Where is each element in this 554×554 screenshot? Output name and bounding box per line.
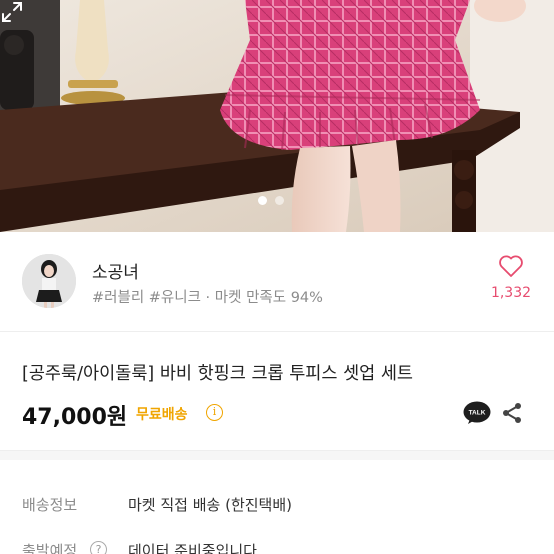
- carousel-dot-active[interactable]: [258, 196, 267, 205]
- avatar[interactable]: [22, 254, 76, 308]
- talk-label: TALK: [469, 410, 486, 417]
- expand-icon[interactable]: [0, 0, 24, 24]
- heart-outline-icon: [499, 255, 523, 277]
- like-button[interactable]: 1,332: [486, 254, 536, 301]
- carousel-indicator: [258, 196, 284, 205]
- section-divider: [0, 450, 554, 460]
- talk-chat-icon[interactable]: TALK: [463, 401, 491, 425]
- delivery-info-value: 마켓 직접 배송 (한진택배): [128, 496, 293, 514]
- share-icon[interactable]: [500, 401, 524, 425]
- help-icon[interactable]: ?: [90, 541, 107, 554]
- product-title: [공주룩/아이돌룩] 바비 핫핑크 크롭 투피스 셋업 세트: [22, 364, 414, 384]
- info-icon[interactable]: i: [206, 404, 223, 421]
- delivery-info-label: 배송정보: [22, 496, 78, 514]
- free-shipping-badge: 무료배송: [136, 407, 188, 423]
- product-price: 47,000원: [22, 405, 128, 430]
- seller-section[interactable]: 소공녀 #러블리 #유니크 · 마켓 만족도 94% 1,332: [0, 232, 554, 332]
- seller-name[interactable]: 소공녀: [92, 258, 139, 283]
- product-image-carousel[interactable]: [0, 0, 554, 232]
- carousel-dot[interactable]: [275, 196, 284, 205]
- departure-date-value: 데이터 준비중입니다: [128, 542, 257, 554]
- departure-date-label: 출발예정: [22, 542, 78, 554]
- product-info: [공주룩/아이돌룩] 바비 핫핑크 크롭 투피스 셋업 세트 47,000원 무…: [0, 333, 554, 450]
- like-count: 1,332: [490, 285, 532, 301]
- seller-tags: #러블리 #유니크 · 마켓 만족도 94%: [92, 290, 323, 306]
